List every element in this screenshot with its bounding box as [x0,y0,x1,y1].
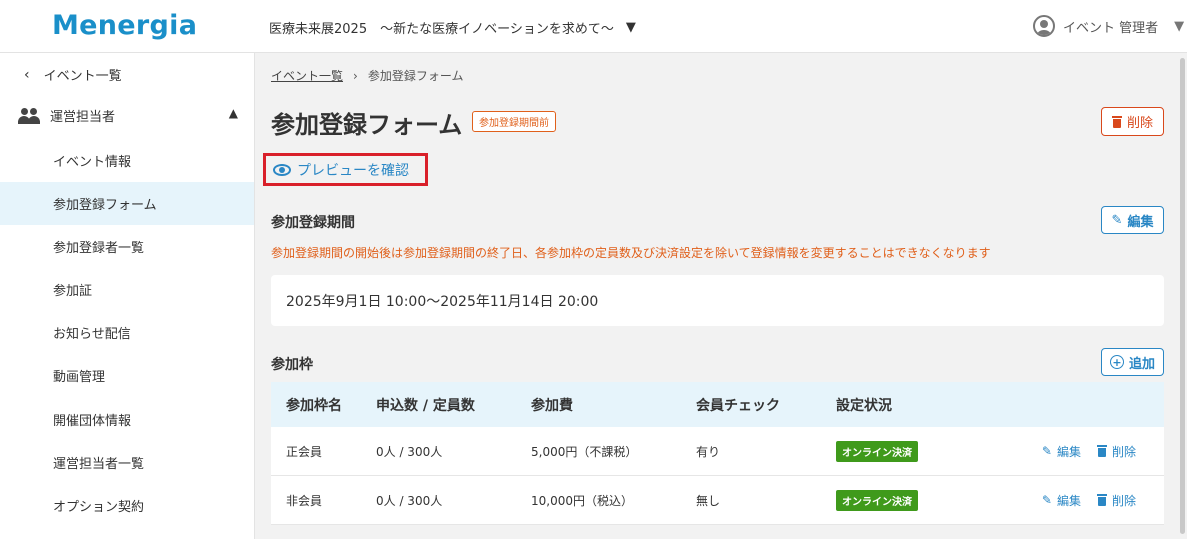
edit-slot-label: 編集 [1056,493,1081,508]
sidebar-item-label: 参加登録フォーム [53,198,157,213]
column-header: 会員チェック [696,397,780,414]
payment-status-badge: オンライン決済 [836,440,918,462]
sidebar: ‹ イベント一覧 運営担当者 ▲ イベント情報 参加登録フォーム 参加登録者一覧… [0,53,255,539]
slot-count: 0人 / 300人 [376,493,443,508]
page-title: 参加登録フォーム [271,111,463,139]
delete-slot-label: 削除 [1111,493,1136,508]
edit-period-label: 編集 [1127,214,1154,230]
sidebar-item-label: 開催団体情報 [53,414,132,429]
slot-member-check: 無し [696,493,721,508]
sidebar-item-notifications[interactable]: お知らせ配信 [0,311,254,354]
sidebar-item-pass[interactable]: 参加証 [0,268,254,311]
sidebar-item-options[interactable]: オプション契約 [0,484,254,527]
sidebar-back-link[interactable]: ‹ イベント一覧 [24,65,122,85]
trash-icon [1111,115,1122,128]
breadcrumb: イベント一覧 › 参加登録フォーム [271,67,463,84]
delete-slot-label: 削除 [1111,444,1136,459]
edit-slot-button[interactable]: ✎ 編集 [1042,443,1081,460]
sidebar-item-label: イベント情報 [53,155,132,170]
period-value: 2025年9月1日 10:00～2025年11月14日 20:00 [286,293,599,310]
trash-icon [1096,445,1107,457]
event-selector[interactable]: 医療未来展2025 ～新たな医療イノベーションを求めて～ ▼ [269,18,636,37]
sidebar-item-registration-form[interactable]: 参加登録フォーム [0,182,254,225]
user-menu[interactable]: イベント 管理者 ▼ [1033,15,1184,37]
sidebar-back-label: イベント一覧 [43,69,122,84]
pencil-icon: ✎ [1111,212,1123,228]
breadcrumb-parent-link[interactable]: イベント一覧 [271,67,343,84]
sidebar-item-label: 運営担当者一覧 [53,457,145,472]
preview-link[interactable]: プレビューを確認 [273,160,409,180]
user-avatar-icon [1033,15,1055,37]
sidebar-item-label: お知らせ配信 [53,327,131,342]
payment-status-badge: オンライン決済 [836,489,918,511]
scrollbar-thumb[interactable] [1180,58,1185,534]
pencil-icon: ✎ [1041,493,1052,507]
top-header: Menergia 医療未来展2025 ～新たな医療イノベーションを求めて～ ▼ … [0,0,1187,53]
sidebar-item-label: 参加証 [53,284,93,299]
chevron-up-icon: ▲ [228,106,238,120]
eye-icon [273,164,291,176]
delete-slot-button[interactable]: 削除 [1096,443,1136,460]
sidebar-item-registrants[interactable]: 参加登録者一覧 [0,225,254,268]
trash-icon [1096,494,1107,506]
edit-slot-button[interactable]: ✎ 編集 [1042,492,1081,509]
sidebar-item-staff[interactable]: 運営担当者一覧 [0,441,254,484]
preview-label: プレビューを確認 [297,163,409,179]
breadcrumb-separator: › [353,68,358,83]
delete-slot-button[interactable]: 削除 [1096,492,1136,509]
scrollbar[interactable] [1178,53,1187,539]
add-slot-button[interactable]: + 追加 [1101,348,1164,376]
user-name: イベント 管理者 [1063,20,1159,36]
slot-member-check: 有り [696,444,721,459]
sidebar-group-label: 運営担当者 [50,110,116,125]
status-badge: 参加登録期間前 [472,111,556,132]
breadcrumb-current: 参加登録フォーム [367,69,464,83]
slots-table: 参加枠名 申込数 / 定員数 参加費 会員チェック 設定状況 正会員 0人 / … [271,382,1164,525]
chevron-left-icon: ‹ [24,66,30,83]
table-row: 正会員 0人 / 300人 5,000円（不課税） 有り オンライン決済 ✎ 編… [271,427,1164,476]
delete-form-label: 削除 [1126,116,1153,131]
edit-period-button[interactable]: ✎ 編集 [1101,206,1164,234]
column-header: 設定状況 [836,397,892,414]
sidebar-item-organizer[interactable]: 開催団体情報 [0,398,254,441]
app-logo[interactable]: Menergia [52,10,197,41]
sidebar-item-videos[interactable]: 動画管理 [0,354,254,397]
delete-form-button[interactable]: 削除 [1101,107,1164,136]
sidebar-item-label: オプション契約 [53,500,145,515]
column-header: 参加枠名 [286,397,342,414]
pencil-icon: ✎ [1041,444,1052,458]
column-header: 申込数 / 定員数 [376,397,475,414]
event-selector-label: 医療未来展2025 ～新たな医療イノベーションを求めて～ [269,22,614,37]
slots-title: 参加枠 [271,357,313,373]
sidebar-group-toggle[interactable]: 運営担当者 ▲ [18,106,238,125]
period-warning-text: 参加登録期間の開始後は参加登録期間の終了日、各参加枠の定員数及び決済設定を除いて… [271,246,991,260]
plus-circle-icon: + [1109,355,1124,369]
table-header: 参加枠名 申込数 / 定員数 参加費 会員チェック 設定状況 [271,382,1164,427]
sidebar-item-label: 動画管理 [53,370,106,385]
column-header: 参加費 [531,397,573,414]
slot-count: 0人 / 300人 [376,444,443,459]
registration-period-title: 参加登録期間 [271,215,355,231]
sidebar-item-event-info[interactable]: イベント情報 [0,139,254,182]
chevron-down-icon: ▼ [625,20,636,35]
sidebar-item-label: 参加登録者一覧 [53,241,145,256]
slot-fee: 5,000円（不課税） [531,444,638,459]
edit-slot-label: 編集 [1056,444,1081,459]
table-row: 非会員 0人 / 300人 10,000円（税込） 無し オンライン決済 ✎ 編… [271,476,1164,525]
period-card: 2025年9月1日 10:00～2025年11月14日 20:00 [271,275,1164,326]
slot-name: 非会員 [286,493,323,508]
slot-name: 正会員 [286,444,323,459]
add-slot-label: 追加 [1128,356,1155,372]
slot-fee: 10,000円（税込） [531,493,633,508]
chevron-down-icon: ▼ [1174,18,1185,34]
people-icon [18,107,40,124]
